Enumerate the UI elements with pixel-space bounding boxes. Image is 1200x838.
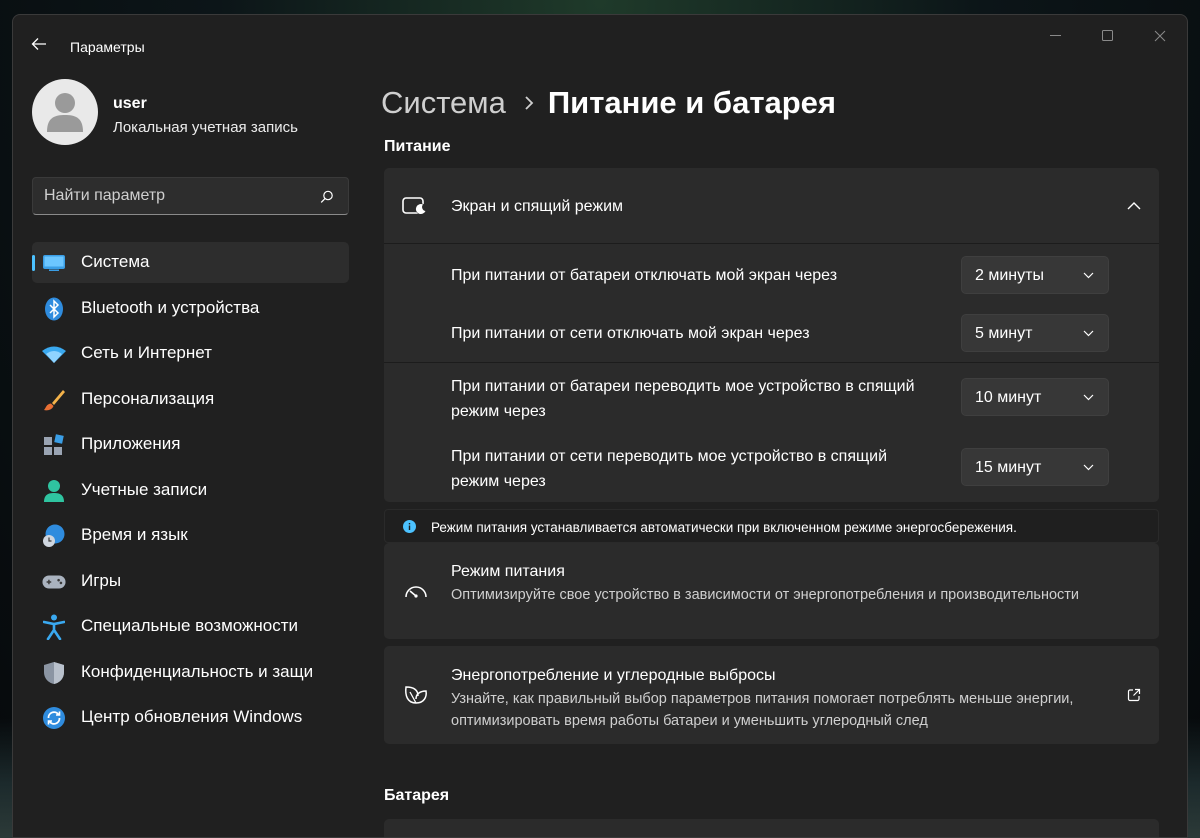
search-box[interactable] — [32, 177, 349, 215]
sidebar-item-label: Персонализация — [81, 388, 215, 408]
maximize-button[interactable] — [1085, 21, 1131, 51]
breadcrumb: Система Питание и батарея — [381, 85, 836, 121]
sidebar-item-label: Сеть и Интернет — [81, 343, 212, 362]
minimize-icon — [1050, 35, 1061, 36]
settings-window: Параметры user Локальная учетная запись — [12, 14, 1188, 838]
gamepad-icon — [42, 570, 66, 594]
sidebar-item-time-language[interactable]: Время и язык — [32, 515, 349, 556]
sidebar-item-label: Время и язык — [81, 525, 188, 544]
close-icon — [1154, 30, 1166, 42]
user-silhouette-icon — [47, 93, 83, 132]
apps-icon — [42, 433, 66, 457]
sidebar-nav: Система Bluetooth и устройства Сеть и Ин… — [32, 242, 349, 743]
screen-sleep-icon — [402, 196, 428, 221]
accessibility-icon — [42, 614, 66, 640]
sidebar-item-apps[interactable]: Приложения — [32, 424, 349, 465]
chevron-down-icon — [1083, 394, 1094, 401]
battery-screen-off-dropdown[interactable]: 2 минуты — [961, 256, 1109, 294]
page-title: Питание и батарея — [547, 85, 837, 120]
power-mode-description: Оптимизируйте свое устройство в зависимо… — [451, 587, 1080, 603]
sidebar-item-label: Учетные записи — [81, 479, 208, 499]
breadcrumb-parent-link[interactable]: Система — [381, 85, 506, 121]
search-icon — [320, 190, 333, 203]
brush-icon — [42, 388, 66, 412]
external-link-icon[interactable] — [1127, 688, 1141, 707]
bluetooth-icon — [42, 297, 66, 321]
energy-description: Узнайте, как правильный выбор параметров… — [451, 691, 1074, 729]
user-name: user — [113, 95, 147, 112]
battery-sleep-label: При питании от батареи переводить мое ус… — [451, 378, 915, 420]
sidebar-item-windows-update[interactable]: Центр обновления Windows — [32, 697, 349, 738]
plugged-screen-off-dropdown[interactable]: 5 минут — [961, 314, 1109, 352]
battery-card[interactable] — [384, 819, 1159, 837]
plugged-screen-off-label: При питании от сети отключать мой экран … — [451, 325, 810, 342]
back-button[interactable] — [27, 33, 51, 55]
chevron-down-icon — [1083, 464, 1094, 471]
sidebar-item-gaming[interactable]: Игры — [32, 561, 349, 602]
dropdown-value: 2 минуты — [975, 267, 1044, 284]
dropdown-value: 10 минут — [975, 389, 1042, 406]
sidebar-item-label: Система — [81, 252, 150, 271]
power-mode-gauge-icon — [404, 581, 428, 606]
divider — [384, 362, 1159, 363]
system-icon — [42, 251, 66, 275]
avatar[interactable] — [32, 79, 98, 145]
sidebar-item-label: Конфиденциальность и защи — [81, 661, 314, 681]
sidebar-item-accessibility[interactable]: Специальные возможности — [32, 606, 349, 647]
globe-clock-icon — [42, 524, 66, 548]
chevron-down-icon — [1083, 330, 1094, 337]
minimize-button[interactable] — [1033, 21, 1079, 51]
sidebar-item-network[interactable]: Сеть и Интернет — [32, 333, 349, 374]
search-input[interactable] — [33, 178, 348, 214]
sidebar-item-label: Центр обновления Windows — [81, 707, 303, 726]
sidebar-item-bluetooth[interactable]: Bluetooth и устройства — [32, 288, 349, 329]
maximize-icon — [1102, 30, 1113, 41]
expander-title: Экран и спящий режим — [451, 198, 624, 215]
shield-icon — [42, 661, 66, 685]
close-button[interactable] — [1137, 21, 1183, 51]
leaf-icon — [404, 684, 428, 711]
section-title-battery: Батарея — [384, 787, 450, 804]
section-title-power: Питание — [384, 138, 451, 155]
battery-screen-off-label: При питании от батареи отключать мой экр… — [451, 267, 838, 284]
chevron-down-icon — [1083, 272, 1094, 279]
sidebar-item-accounts[interactable]: Учетные записи — [32, 470, 349, 511]
info-text: Режим питания устанавливается автоматиче… — [431, 520, 1017, 535]
energy-title: Энергопотребление и углеродные выбросы — [451, 667, 776, 684]
wifi-icon — [42, 342, 66, 366]
dropdown-value: 5 минут — [975, 325, 1033, 342]
chevron-right-icon — [524, 95, 534, 111]
info-icon — [403, 520, 416, 538]
info-bar: Режим питания устанавливается автоматиче… — [384, 509, 1159, 543]
sidebar-item-label: Bluetooth и устройства — [81, 297, 260, 317]
account-type: Локальная учетная запись — [113, 119, 298, 136]
plugged-sleep-dropdown[interactable]: 15 минут — [961, 448, 1109, 486]
screen-sleep-expander: Экран и спящий режим При питании от бата… — [384, 168, 1159, 502]
power-mode-card[interactable]: Режим питания Оптимизируйте свое устройс… — [384, 543, 1159, 639]
sidebar-item-label: Приложения — [81, 434, 181, 453]
arrow-left-icon — [31, 38, 46, 50]
update-icon — [42, 706, 66, 730]
sidebar-item-system[interactable]: Система — [32, 242, 349, 283]
chevron-up-icon[interactable] — [1127, 198, 1141, 216]
screen-sleep-header[interactable]: Экран и спящий режим — [384, 168, 1159, 244]
sidebar-item-label: Игры — [81, 570, 122, 590]
app-title: Параметры — [70, 39, 145, 55]
battery-sleep-dropdown[interactable]: 10 минут — [961, 378, 1109, 416]
sidebar-item-label: Специальные возможности — [81, 616, 299, 635]
sidebar-item-privacy[interactable]: Конфиденциальность и защи — [32, 652, 349, 693]
title-bar: Параметры — [13, 15, 1187, 55]
plugged-sleep-label: При питании от сети переводить мое устро… — [451, 448, 888, 490]
energy-emissions-card[interactable]: Энергопотребление и углеродные выбросы У… — [384, 646, 1159, 744]
sidebar-item-personalization[interactable]: Персонализация — [32, 379, 349, 420]
account-icon — [42, 479, 66, 503]
dropdown-value: 15 минут — [975, 459, 1042, 476]
power-mode-title: Режим питания — [451, 563, 565, 580]
